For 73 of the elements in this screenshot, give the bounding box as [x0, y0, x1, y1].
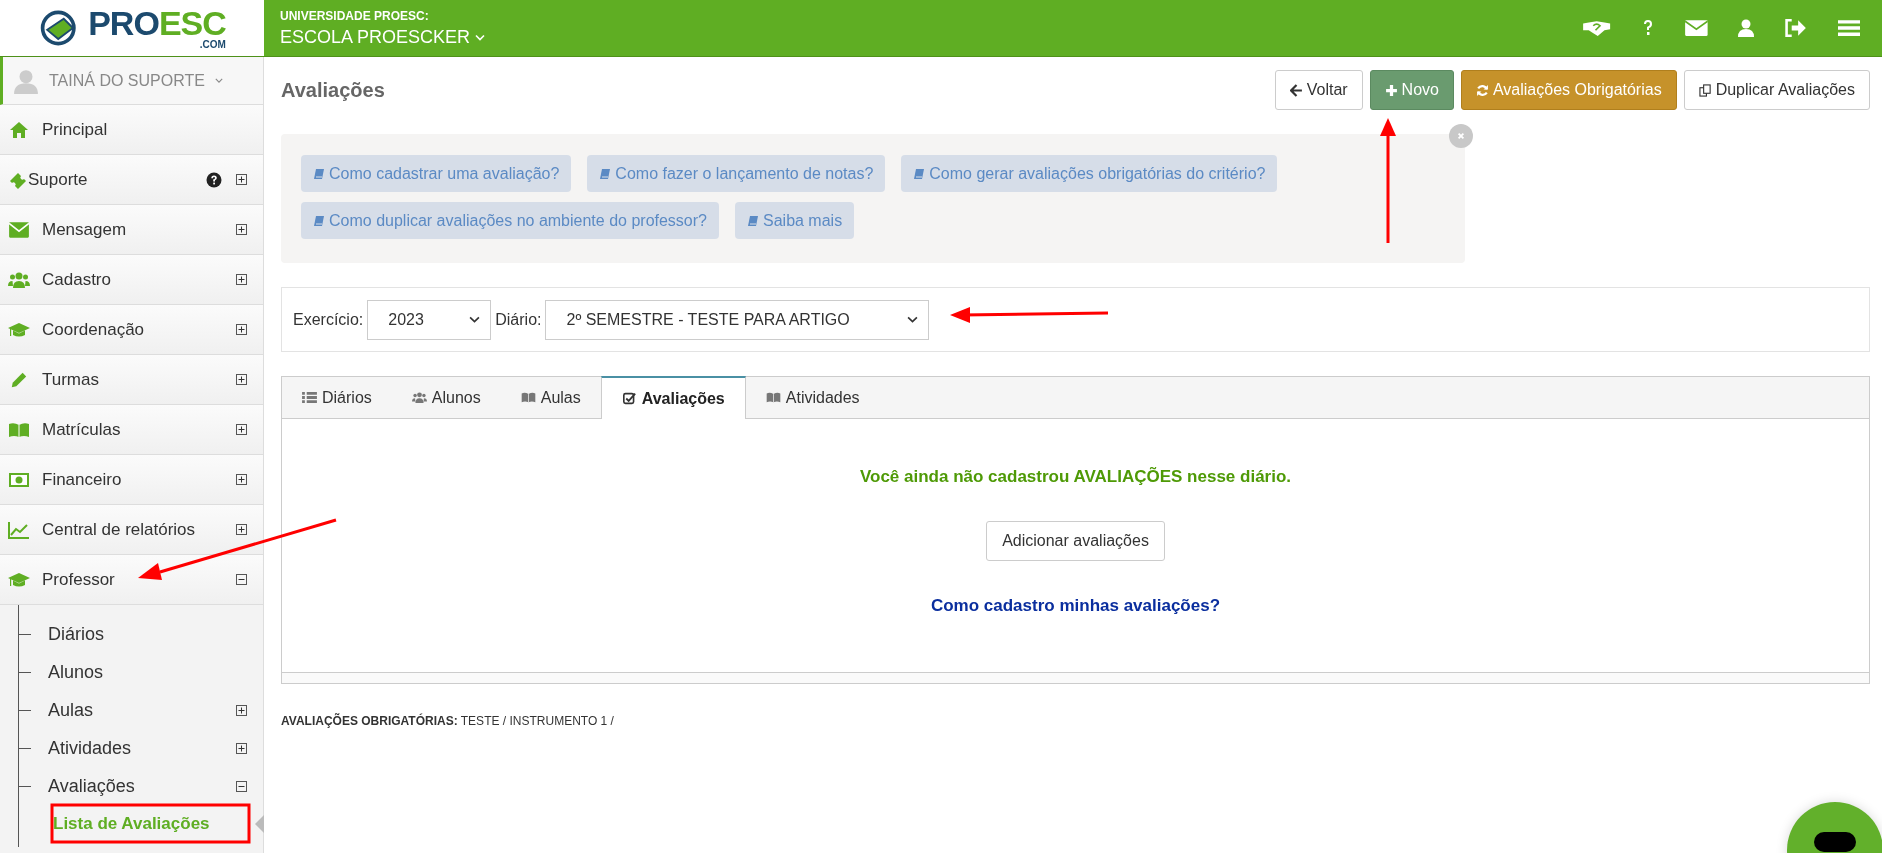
caret-icon — [214, 78, 223, 83]
list-icon — [302, 391, 317, 404]
expand-icon[interactable] — [236, 174, 247, 185]
caret-icon — [469, 316, 481, 323]
plus-icon — [1384, 83, 1398, 97]
user-icon[interactable] — [1738, 19, 1755, 37]
caret-icon — [907, 316, 919, 323]
filter-label: Diário: — [495, 310, 542, 329]
expand-icon[interactable] — [236, 742, 247, 754]
users-icon — [8, 270, 30, 289]
logo-domain: .COM — [199, 40, 226, 50]
avatar-icon — [13, 67, 39, 94]
menu-icon[interactable] — [1837, 19, 1860, 37]
tab[interactable]: Alunos — [391, 377, 501, 418]
caret-icon — [475, 33, 486, 41]
collapse-icon[interactable] — [236, 574, 247, 585]
help-link[interactable]: Como cadastro minhas avaliações? — [930, 596, 1221, 616]
logo-wordmark: PROESC — [88, 6, 226, 40]
expand-icon[interactable] — [236, 274, 247, 285]
add-evaluations-button[interactable]: Adicionar avaliações — [986, 521, 1165, 561]
book-icon — [520, 391, 536, 404]
empty-state-message: Você ainda não cadastrou AVALIAÇÕES nesse diário. — [859, 467, 1292, 487]
required-evaluations-note: AVALIAÇÕES OBRIGATÓRIAS: TESTE / INSTRUMENTO 1 / — [281, 714, 615, 728]
select-field[interactable]: 2023 — [367, 299, 492, 340]
book-icon — [313, 214, 325, 227]
envelope-icon — [8, 220, 30, 239]
refresh-icon — [1475, 83, 1489, 97]
expand-icon[interactable] — [236, 424, 247, 435]
copy-icon — [1698, 83, 1712, 97]
expand-icon[interactable] — [236, 324, 247, 335]
book-icon — [913, 167, 926, 180]
institution-name: UNIVERSIDADE PROESC: — [280, 8, 430, 23]
close-icon — [1455, 130, 1467, 142]
book-icon — [747, 214, 759, 227]
expand-icon[interactable] — [236, 474, 247, 485]
arrow-left-icon — [1289, 83, 1303, 97]
page-title: Avaliações — [281, 78, 385, 102]
expand-icon[interactable] — [236, 704, 247, 716]
expand-icon[interactable] — [236, 374, 247, 385]
selection-caret-icon — [255, 815, 264, 833]
logo[interactable]: PROESC .COM — [0, 0, 264, 56]
checkbox-icon — [621, 392, 637, 405]
tab[interactable]: Diários — [282, 377, 392, 418]
sidebar-subitem[interactable]: Alunos — [48, 661, 253, 683]
users-icon — [411, 391, 427, 404]
graduation-cap-icon — [8, 320, 30, 339]
ticket-icon — [8, 170, 28, 189]
sidebar-subitem[interactable]: Diários — [48, 623, 253, 645]
sign-out-icon[interactable] — [1784, 19, 1808, 37]
expand-icon[interactable] — [236, 524, 247, 535]
tab[interactable]: Atividades — [745, 377, 880, 418]
filter-label: Exercício: — [293, 310, 364, 329]
sidebar-subitem[interactable]: Avaliações — [48, 775, 236, 797]
collapse-icon[interactable] — [236, 780, 247, 792]
graduation-cap-icon — [8, 570, 30, 589]
book-icon — [765, 391, 781, 404]
book-icon — [8, 420, 30, 439]
line-chart-icon — [8, 520, 30, 539]
book-icon — [599, 167, 612, 180]
envelope-icon[interactable] — [1683, 19, 1709, 37]
sidebar-subitem[interactable]: Atividades — [48, 737, 236, 759]
help-icon[interactable] — [206, 171, 222, 188]
duplicate-button[interactable]: Duplicar Avaliações — [1683, 70, 1870, 110]
expand-icon[interactable] — [236, 224, 247, 235]
sidebar-subitem[interactable]: Aulas — [48, 699, 236, 721]
back-button[interactable]: Voltar — [1274, 70, 1363, 110]
tab[interactable]: Aulas — [500, 377, 601, 418]
house-icon — [8, 120, 30, 139]
tab[interactable]: Avaliações — [600, 376, 746, 419]
select-field[interactable]: 2º SEMESTRE - TESTE PARA ARTIGO — [545, 299, 930, 340]
handshake-icon[interactable] — [1582, 19, 1612, 37]
banknote-icon — [8, 470, 30, 489]
book-icon — [313, 167, 325, 180]
